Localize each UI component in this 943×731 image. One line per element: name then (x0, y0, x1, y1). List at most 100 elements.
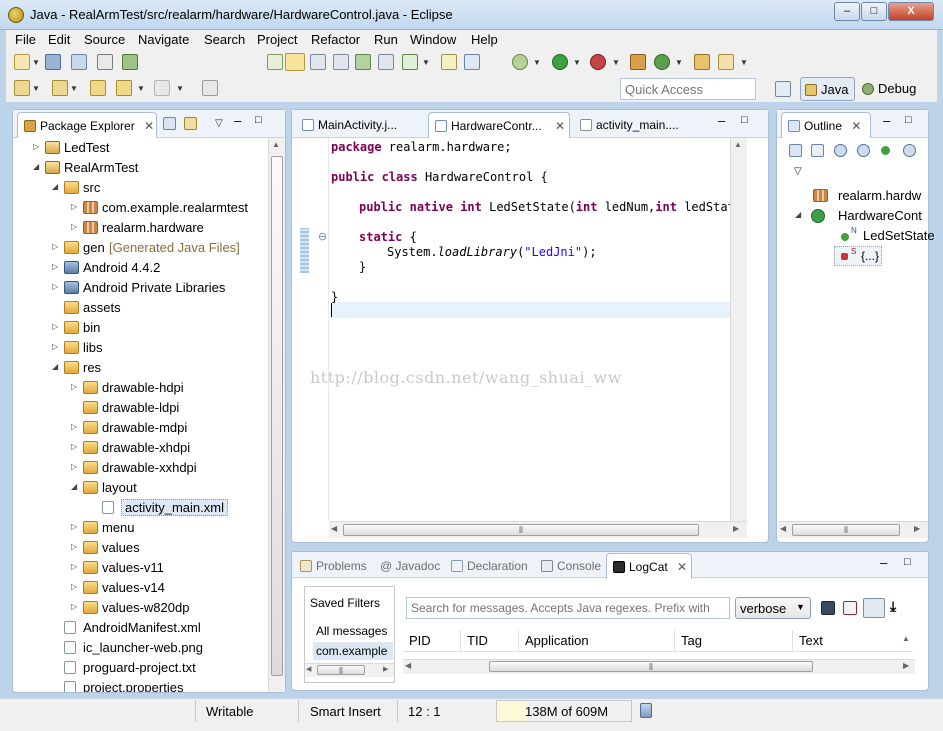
tree-item[interactable]: assets (13, 298, 269, 318)
filters-hscrollbar[interactable]: ◀ ⦀ ▶ (305, 663, 394, 677)
tab-activity-main[interactable]: activity_main.... (574, 112, 704, 138)
column-application[interactable]: Application (519, 630, 675, 652)
scrollbar-thumb[interactable]: ⦀ (343, 524, 699, 536)
editor-hscrollbar[interactable]: ◀ ⦀ ▶ (329, 521, 747, 538)
collapsed-twisty-icon[interactable]: ▷ (71, 202, 77, 211)
new-class-wizard-icon[interactable] (654, 54, 670, 70)
pin-editor-icon[interactable] (202, 80, 218, 96)
menu-edit[interactable]: Edit (48, 32, 70, 47)
trash-icon[interactable] (640, 703, 652, 718)
chevron-down-icon[interactable]: ▼ (70, 84, 78, 93)
editor-vscrollbar[interactable]: ▲ (730, 138, 747, 521)
minimize-button[interactable]: – (834, 2, 860, 21)
collapsed-twisty-icon[interactable]: ▷ (71, 602, 77, 611)
open-type-icon[interactable] (694, 54, 710, 70)
search-icon[interactable] (718, 54, 734, 70)
open-perspective-icon[interactable] (775, 81, 791, 97)
new-class-icon[interactable] (441, 54, 457, 70)
maximize-view-icon[interactable]: □ (741, 114, 748, 126)
tree-item[interactable]: ▷ drawable-hdpi (13, 378, 269, 398)
perspective-debug[interactable]: Debug (858, 77, 924, 101)
tree-item[interactable]: ic_launcher-web.png (13, 638, 269, 658)
maximize-view-icon[interactable]: □ (904, 556, 911, 568)
menu-project[interactable]: Project (257, 32, 297, 47)
outline-item-method[interactable]: N LedSetState (777, 226, 935, 246)
quick-access-input[interactable] (620, 78, 756, 100)
toggle-filters-icon[interactable] (863, 598, 885, 618)
scroll-left-icon[interactable]: ◀ (306, 665, 311, 673)
column-tag[interactable]: Tag (675, 630, 793, 652)
outline-item-class[interactable]: ◢ HardwareCont (777, 206, 927, 226)
tab-outline[interactable]: Outline ✕ (781, 112, 871, 138)
menu-source[interactable]: Source (84, 32, 125, 47)
column-pid[interactable]: PID (403, 630, 461, 652)
heap-status[interactable]: 138M of 609M (496, 700, 632, 722)
outline-item-static-block[interactable]: S {...} (834, 246, 882, 266)
logcat-hscrollbar[interactable]: ◀ ⦀ ▶ (403, 659, 915, 674)
tree-item[interactable]: ▷ values (13, 538, 269, 558)
menu-file[interactable]: File (15, 32, 36, 47)
scroll-up-icon[interactable]: ▲ (272, 140, 280, 149)
scrollbar-thumb[interactable] (271, 156, 283, 676)
hide-fields-icon[interactable] (834, 144, 847, 157)
tree-item[interactable]: ▷ drawable-xxhdpi (13, 458, 269, 478)
save-log-icon[interactable] (821, 601, 835, 615)
previous-annotation-icon[interactable] (378, 54, 394, 70)
tab-problems[interactable]: Problems (294, 553, 372, 579)
collapsed-twisty-icon[interactable]: ▷ (71, 522, 77, 531)
menu-navigate[interactable]: Navigate (138, 32, 189, 47)
column-tid[interactable]: TID (461, 630, 519, 652)
tree-item[interactable]: AndroidManifest.xml (13, 618, 269, 638)
close-icon[interactable]: ✕ (677, 560, 687, 574)
tree-item[interactable]: activity_main.xml (13, 498, 269, 518)
toggle-mark-occurrences-icon[interactable] (285, 53, 305, 71)
expanded-twisty-icon[interactable]: ◢ (795, 210, 801, 219)
tree-item[interactable]: ◢ res (13, 358, 269, 378)
save-icon[interactable] (45, 54, 61, 70)
logcat-search-input[interactable] (406, 597, 730, 619)
save-all-icon[interactable] (71, 54, 87, 70)
tree-item[interactable]: ▷ gen [Generated Java Files] (13, 238, 269, 258)
tree-item[interactable]: ▷ LedTest (13, 138, 269, 158)
scroll-right-icon[interactable]: ▶ (914, 524, 920, 533)
next-annotation-icon[interactable] (355, 54, 371, 70)
close-icon[interactable]: ✕ (851, 119, 861, 133)
scroll-up-icon[interactable]: ▲ (734, 140, 742, 149)
collapsed-twisty-icon[interactable]: ▷ (71, 442, 77, 451)
fold-collapse-icon[interactable]: ⊖ (318, 230, 327, 243)
expanded-twisty-icon[interactable]: ◢ (52, 362, 58, 371)
collapse-all-icon[interactable] (163, 117, 176, 130)
scroll-up-icon[interactable]: ▲ (902, 634, 910, 643)
tree-item[interactable]: ▷ values-v14 (13, 578, 269, 598)
package-tree-scrollbar[interactable]: ▲ (268, 138, 285, 692)
tree-item[interactable]: proguard-project.txt (13, 658, 269, 678)
close-icon[interactable]: ✕ (555, 119, 565, 133)
maximize-view-icon[interactable]: □ (255, 114, 262, 126)
log-level-select[interactable]: verbose ▼ (735, 597, 811, 619)
collapsed-twisty-icon[interactable]: ▷ (52, 342, 58, 351)
tree-item[interactable]: project.properties (13, 678, 269, 692)
collapsed-twisty-icon[interactable]: ▷ (71, 562, 77, 571)
chevron-down-icon[interactable]: ▼ (675, 58, 683, 67)
filter-all-messages[interactable]: All messages (316, 624, 387, 638)
tree-item[interactable]: ◢ RealArmTest (13, 158, 269, 178)
menu-search[interactable]: Search (204, 32, 245, 47)
collapsed-twisty-icon[interactable]: ▷ (71, 462, 77, 471)
tab-hardwarecontrol[interactable]: HardwareContr... ✕ (428, 112, 570, 138)
new-java-icon[interactable] (267, 54, 283, 70)
prev-edit-location-icon[interactable] (52, 80, 68, 96)
perspective-java[interactable]: Java (800, 77, 855, 101)
scrollbar-thumb[interactable]: ⦀ (317, 665, 365, 676)
chevron-down-icon[interactable]: ▼ (176, 84, 184, 93)
hide-non-public-icon[interactable] (881, 146, 890, 155)
sort-icon[interactable] (811, 144, 824, 157)
tree-item[interactable]: ▷ values-v11 (13, 558, 269, 578)
expanded-twisty-icon[interactable]: ◢ (33, 162, 39, 171)
filter-com-example[interactable]: com.example (313, 642, 393, 660)
clear-log-icon[interactable] (843, 601, 857, 615)
maximize-view-icon[interactable]: □ (905, 114, 912, 126)
expanded-twisty-icon[interactable]: ◢ (52, 182, 58, 191)
forward-arrow-icon[interactable] (154, 80, 170, 96)
pin-icon[interactable] (464, 54, 480, 70)
minimize-view-icon[interactable]: – (234, 113, 241, 128)
